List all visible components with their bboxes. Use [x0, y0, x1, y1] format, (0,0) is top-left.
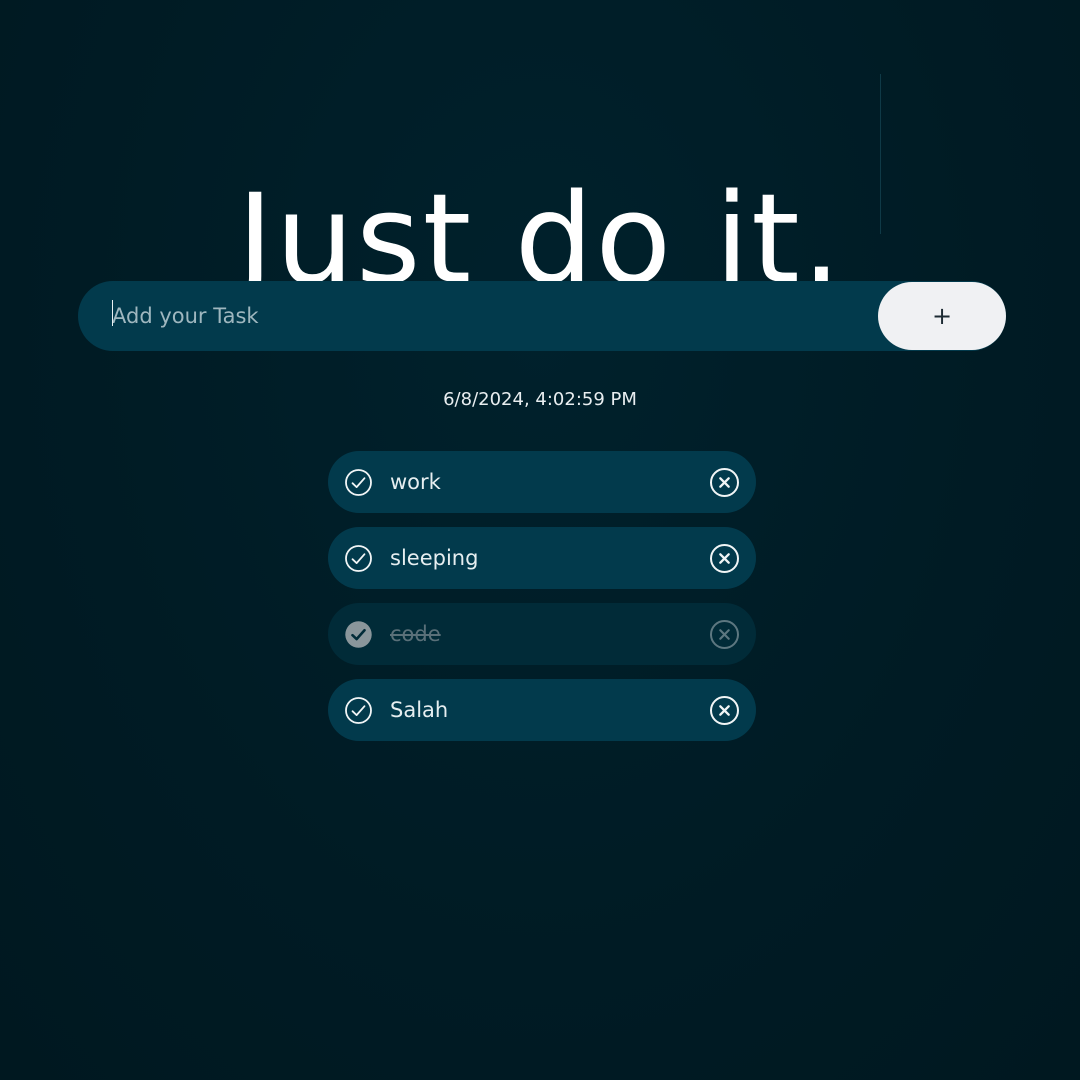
task-label: code — [390, 622, 441, 646]
circle-check-icon[interactable] — [344, 544, 373, 573]
circle-x-icon[interactable] — [709, 695, 740, 726]
task-label: Salah — [390, 698, 449, 722]
input-caret — [112, 300, 113, 326]
add-task-button[interactable]: + — [878, 282, 1006, 350]
circle-x-icon[interactable] — [709, 543, 740, 574]
task-item[interactable]: Salah — [328, 679, 756, 741]
task-label: sleeping — [390, 546, 479, 570]
task-label: work — [390, 470, 441, 494]
task-input[interactable] — [112, 281, 872, 351]
task-item[interactable]: sleeping — [328, 527, 756, 589]
circle-x-icon[interactable] — [709, 619, 740, 650]
filled-circle-check-icon[interactable] — [344, 620, 373, 649]
text-cursor-divider — [880, 74, 881, 234]
circle-check-icon[interactable] — [344, 468, 373, 497]
task-item-completed[interactable]: code — [328, 603, 756, 665]
add-task-form: + — [78, 281, 1006, 351]
current-datetime: 6/8/2024, 4:02:59 PM — [443, 389, 637, 410]
circle-x-icon[interactable] — [709, 467, 740, 498]
app-page: Just do it. + 6/8/2024, 4:02:59 PM work … — [0, 0, 1080, 1080]
circle-check-icon[interactable] — [344, 696, 373, 725]
task-list: work sleeping code Salah — [328, 451, 756, 755]
task-item[interactable]: work — [328, 451, 756, 513]
